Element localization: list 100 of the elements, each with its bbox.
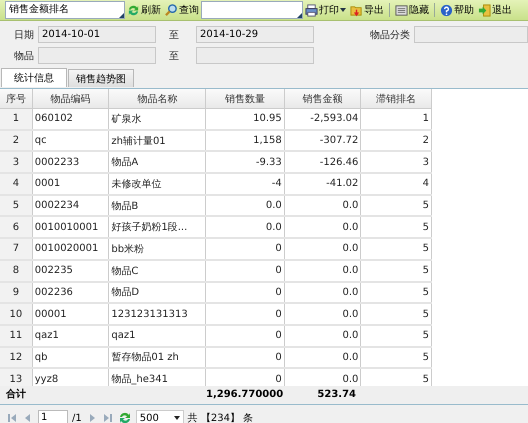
last-page-icon[interactable] (102, 412, 114, 423)
table-cell: 好孩子奶粉1段... (108, 216, 206, 238)
column-header[interactable]: 销售金额 (284, 89, 361, 108)
table-cell: 5 (360, 282, 432, 304)
total-label: 合计 (5, 388, 27, 402)
table-cell: 暂存物品01 zh (108, 346, 206, 368)
row-number: 6 (0, 216, 32, 238)
query-button[interactable]: 查询 (163, 1, 201, 19)
table-cell: 060102 (32, 108, 109, 130)
input-field[interactable] (414, 26, 528, 43)
page-count: /1 (72, 412, 82, 423)
table-cell: 5 (360, 346, 432, 368)
printer-icon (305, 4, 318, 16)
exit-button[interactable]: 退出 (476, 1, 514, 19)
table-cell: 0002233 (32, 151, 109, 174)
page-field[interactable]: 1 (38, 410, 68, 423)
row-number: 13 (0, 368, 32, 386)
table-cell: 0 (206, 238, 284, 260)
column-header[interactable]: 序号 (0, 89, 32, 108)
table-cell: 0 (206, 303, 284, 325)
table-cell: qaz1 (32, 324, 109, 347)
table-cell: 物品C (108, 260, 206, 282)
page-size-dropdown[interactable]: 500 (136, 410, 184, 423)
table-cell: 0.0 (284, 346, 361, 368)
tab[interactable]: 销售趋势图 (68, 69, 134, 87)
first-page-icon[interactable] (6, 412, 18, 423)
table-cell: 002235 (32, 260, 109, 282)
hide-button[interactable]: 隐藏 (393, 1, 431, 19)
help-icon (440, 4, 453, 16)
table-cell: 5 (360, 260, 432, 282)
tab[interactable]: 统计信息 (1, 68, 67, 87)
table-cell: 0002234 (32, 194, 109, 216)
table-cell: 0 (206, 346, 284, 368)
date-field[interactable]: 2014-10-29 (196, 26, 314, 43)
row-number: 1 (0, 108, 32, 130)
row-number: 10 (0, 303, 32, 325)
table-cell: 0 (206, 324, 284, 347)
table-cell: 0010010001 (32, 216, 109, 238)
table-cell: 物品D (108, 282, 206, 304)
table-cell: 002236 (32, 282, 109, 304)
table-cell: zh辅计量01 (108, 130, 206, 152)
report-dropdown[interactable]: 销售金额排名 (5, 1, 125, 19)
table-cell: 矿泉水 (108, 108, 206, 130)
row-number: 11 (0, 324, 32, 347)
table-cell: 0010020001 (32, 238, 109, 260)
refresh-button[interactable]: 刷新 (125, 1, 163, 19)
table-cell: qaz1 (108, 324, 206, 347)
table-cell: 物品A (108, 151, 206, 174)
row-number: 12 (0, 346, 32, 368)
folder-icon (350, 4, 363, 16)
print-button[interactable]: 打印 (303, 1, 348, 19)
row-number: 2 (0, 130, 32, 152)
column-header[interactable]: 滞销排名 (360, 89, 432, 108)
field-label: 至 (168, 28, 180, 42)
table-cell: -41.02 (284, 173, 361, 195)
input-field[interactable] (38, 47, 156, 64)
table-cell: 3 (360, 151, 432, 174)
table-cell: -4 (206, 173, 284, 195)
export-button[interactable]: 导出 (348, 1, 386, 19)
table-cell: 2 (360, 130, 432, 152)
row-number: 9 (0, 282, 32, 304)
column-header[interactable]: 销售数量 (206, 89, 284, 108)
table-cell: 物品B (108, 194, 206, 216)
table-cell: bb米粉 (108, 238, 206, 260)
table-cell: 0.0 (284, 303, 361, 325)
refresh-icon[interactable] (118, 411, 132, 423)
field-label: 物品 (13, 50, 35, 62)
table-cell: 123123131313 (108, 303, 206, 325)
window-icon (395, 4, 408, 16)
table-cell: -307.72 (284, 130, 361, 152)
table-cell: 00001 (32, 303, 109, 325)
caret-icon (174, 416, 180, 420)
search-field[interactable] (201, 1, 303, 19)
search-icon (165, 4, 178, 16)
table-cell: 0.0 (284, 282, 361, 304)
field-label: 物品分类 (369, 28, 411, 42)
table-cell: 1 (360, 108, 432, 130)
total-value: 523.74 (316, 388, 357, 402)
table-cell: 0.0 (284, 260, 361, 282)
help-button[interactable]: 帮助 (438, 1, 476, 19)
table-cell: 0 (206, 282, 284, 304)
column-header[interactable]: 物品名称 (108, 89, 206, 108)
table-cell: 0.0 (284, 238, 361, 260)
table-cell: 5 (360, 303, 432, 325)
row-number: 4 (0, 173, 32, 195)
table-cell: -9.33 (206, 151, 284, 174)
table-cell: 5 (360, 324, 432, 347)
total-value: 1,296.770000 (205, 388, 282, 402)
table-cell: 10.95 (206, 108, 284, 130)
table-cell: 0001 (32, 173, 109, 195)
table-cell: 未修改单位 (108, 173, 206, 195)
exit-icon (478, 4, 491, 16)
input-field[interactable] (196, 47, 314, 64)
date-field[interactable]: 2014-10-01 (38, 26, 156, 43)
table-cell: qc (32, 130, 109, 152)
table-cell: 0.0 (284, 216, 361, 238)
column-header[interactable]: 物品编码 (32, 89, 109, 108)
table-cell: 5 (360, 238, 432, 260)
row-number: 3 (0, 151, 32, 174)
table-cell: qb (32, 346, 109, 368)
